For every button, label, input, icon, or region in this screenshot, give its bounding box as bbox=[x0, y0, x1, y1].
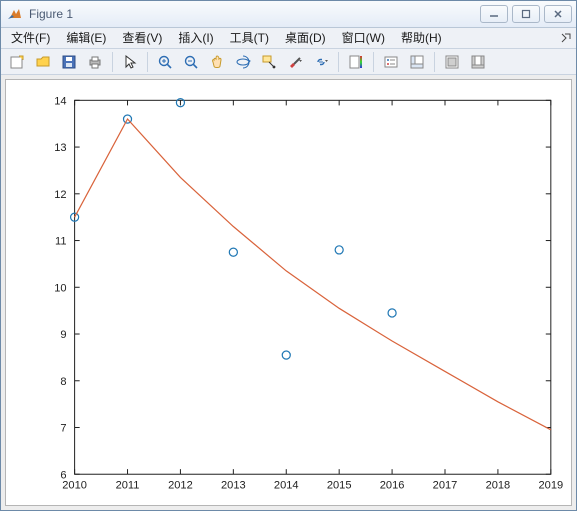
svg-text:2017: 2017 bbox=[433, 480, 458, 492]
menu-edit[interactable]: 编辑(E) bbox=[58, 28, 114, 48]
svg-text:11: 11 bbox=[55, 236, 67, 248]
svg-text:8: 8 bbox=[60, 376, 66, 388]
zoom-out-icon[interactable] bbox=[179, 50, 203, 74]
menu-window[interactable]: 窗口(W) bbox=[334, 28, 393, 48]
svg-text:2016: 2016 bbox=[380, 480, 405, 492]
pan-icon[interactable] bbox=[205, 50, 229, 74]
save-icon[interactable] bbox=[57, 50, 81, 74]
showplottools-icon[interactable] bbox=[466, 50, 490, 74]
window-title: Figure 1 bbox=[29, 7, 480, 21]
menu-tools[interactable]: 工具(T) bbox=[222, 28, 277, 48]
figure-body: 2010201120122013201420152016201720182019… bbox=[1, 75, 576, 510]
svg-text:14: 14 bbox=[54, 96, 66, 108]
menu-insert[interactable]: 插入(I) bbox=[170, 28, 221, 48]
svg-text:12: 12 bbox=[54, 189, 66, 201]
menu-file[interactable]: 文件(F) bbox=[3, 28, 58, 48]
menubar: 文件(F) 编辑(E) 查看(V) 插入(I) 工具(T) 桌面(D) 窗口(W… bbox=[1, 28, 576, 49]
figure-window: Figure 1 文件(F) 编辑(E) 查看(V) 插入(I) 工具(T) 桌… bbox=[0, 0, 577, 511]
svg-text:10: 10 bbox=[54, 283, 66, 295]
svg-text:2014: 2014 bbox=[274, 480, 299, 492]
print-icon[interactable] bbox=[83, 50, 107, 74]
separator bbox=[112, 52, 113, 72]
svg-text:13: 13 bbox=[54, 142, 66, 154]
svg-text:9: 9 bbox=[60, 329, 66, 341]
minimize-button[interactable] bbox=[480, 5, 508, 23]
svg-text:2018: 2018 bbox=[486, 480, 511, 492]
plot: 2010201120122013201420152016201720182019… bbox=[6, 80, 571, 505]
separator bbox=[373, 52, 374, 72]
colorbar-icon[interactable] bbox=[344, 50, 368, 74]
menu-desktop[interactable]: 桌面(D) bbox=[277, 28, 334, 48]
separator bbox=[434, 52, 435, 72]
close-button[interactable] bbox=[544, 5, 572, 23]
menu-view[interactable]: 查看(V) bbox=[114, 28, 170, 48]
svg-text:7: 7 bbox=[60, 423, 66, 435]
separator bbox=[147, 52, 148, 72]
separator bbox=[338, 52, 339, 72]
svg-text:2015: 2015 bbox=[327, 480, 352, 492]
svg-text:6: 6 bbox=[60, 470, 66, 482]
new-figure-icon[interactable] bbox=[5, 50, 29, 74]
maximize-button[interactable] bbox=[512, 5, 540, 23]
axes[interactable]: 2010201120122013201420152016201720182019… bbox=[5, 79, 572, 506]
zoom-in-icon[interactable] bbox=[153, 50, 177, 74]
pointer-icon[interactable] bbox=[118, 50, 142, 74]
hideplottools-icon[interactable] bbox=[440, 50, 464, 74]
menu-help[interactable]: 帮助(H) bbox=[393, 28, 450, 48]
toolbar bbox=[1, 49, 576, 76]
legend-icon[interactable] bbox=[379, 50, 403, 74]
matlab-icon bbox=[7, 6, 23, 22]
dock-handle-icon[interactable] bbox=[558, 28, 574, 48]
open-icon[interactable] bbox=[31, 50, 55, 74]
svg-text:2011: 2011 bbox=[116, 480, 140, 492]
window-buttons bbox=[480, 5, 572, 23]
titlebar: Figure 1 bbox=[1, 1, 576, 28]
plottools-open-icon[interactable] bbox=[405, 50, 429, 74]
svg-text:2012: 2012 bbox=[168, 480, 193, 492]
brush-icon[interactable] bbox=[283, 50, 307, 74]
link-icon[interactable] bbox=[309, 50, 333, 74]
svg-text:2013: 2013 bbox=[221, 480, 246, 492]
svg-text:2019: 2019 bbox=[538, 480, 563, 492]
rotate3d-icon[interactable] bbox=[231, 50, 255, 74]
datacursor-icon[interactable] bbox=[257, 50, 281, 74]
